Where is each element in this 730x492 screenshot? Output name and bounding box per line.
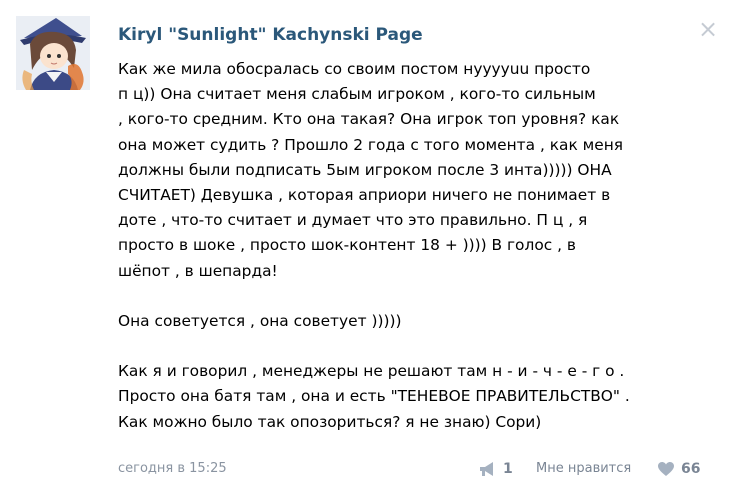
megaphone-icon[interactable] <box>478 460 498 478</box>
like-button[interactable]: Мне нравится <box>536 461 631 476</box>
post-text-line: СЧИТАЕТ) Девушка , которая априори ничег… <box>118 185 611 204</box>
post-author[interactable]: Kiryl "Sunlight" Kachynski Page <box>118 25 423 45</box>
post-text-line: должны были подписать 5ым игроком после … <box>118 160 612 179</box>
post-text-line <box>118 284 708 309</box>
post-text-line: , кого-то средним. Кто она такая? Она иг… <box>118 110 620 129</box>
heart-icon[interactable] <box>657 461 675 477</box>
like-count: 66 <box>681 461 701 477</box>
share-count: 1 <box>503 461 513 477</box>
avatar-image <box>16 16 90 90</box>
post-text-line: п ц)) Она считает меня слабым игроком , … <box>118 85 596 104</box>
post-text-line: Просто она батя там , она и есть "ТЕНЕВО… <box>118 387 630 406</box>
wall-post: × Kiryl "Sunlight" Kachynski Page Как же… <box>0 0 730 492</box>
close-icon[interactable]: × <box>698 17 718 41</box>
avatar[interactable] <box>16 16 90 90</box>
post-text: Как же мила обосралась со своим постом н… <box>118 57 708 435</box>
post-footer: сегодня в 15:25 1 Мне нравится 66 <box>0 455 730 483</box>
post-text-line: шёпот , в шепарда! <box>118 261 278 280</box>
post-text-line: Как же мила обосралась со своим постом н… <box>118 60 591 78</box>
post-text-line: она может судить ? Прошло 2 года с того … <box>118 135 624 154</box>
post-text-line: доте , что-то считает и думает что это п… <box>118 211 588 230</box>
post-text-line: просто в шоке , просто шок-контент 18 + … <box>118 236 576 255</box>
post-text-line: Она советуется , она советует ))))) <box>118 311 402 330</box>
post-text-line: Как можно было так опозориться? я не зна… <box>118 412 542 431</box>
post-text-line <box>118 334 708 359</box>
post-text-line: Как я и говорил , менеджеры не решают та… <box>118 362 625 381</box>
post-timestamp[interactable]: сегодня в 15:25 <box>118 461 227 476</box>
